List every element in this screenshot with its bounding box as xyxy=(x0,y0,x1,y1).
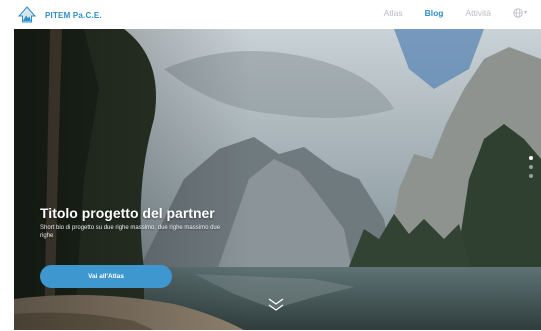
language-selector[interactable]: ▾ xyxy=(513,8,527,18)
slide-indicators xyxy=(529,156,533,178)
main-nav: Atlas Blog Attività ▾ xyxy=(362,8,527,18)
slide-dot-2[interactable] xyxy=(529,165,533,169)
hero-title: Titolo progetto del partner xyxy=(40,205,215,221)
nav-item-attivita[interactable]: Attività xyxy=(465,8,491,18)
nav-item-atlas[interactable]: Atlas xyxy=(384,8,403,18)
brand[interactable]: PITEM Pa.C.E. xyxy=(18,6,102,24)
hero-banner: Titolo progetto del partner Short bio di… xyxy=(14,29,541,330)
slide-dot-3[interactable] xyxy=(529,174,533,178)
slide-dot-1[interactable] xyxy=(529,156,533,160)
double-chevron-down-icon[interactable] xyxy=(266,297,286,313)
top-header: PITEM Pa.C.E. Atlas Blog Attività ▾ xyxy=(0,0,541,29)
brand-name: PITEM Pa.C.E. xyxy=(45,10,102,20)
chevron-down-icon: ▾ xyxy=(523,10,527,16)
hero-description: Short bio di progetto su due righe massi… xyxy=(40,225,221,239)
logo-icon xyxy=(18,6,36,23)
go-to-atlas-button[interactable]: Vai all'Atlas xyxy=(40,265,172,288)
globe-icon xyxy=(513,8,523,18)
nav-item-blog[interactable]: Blog xyxy=(425,8,444,18)
